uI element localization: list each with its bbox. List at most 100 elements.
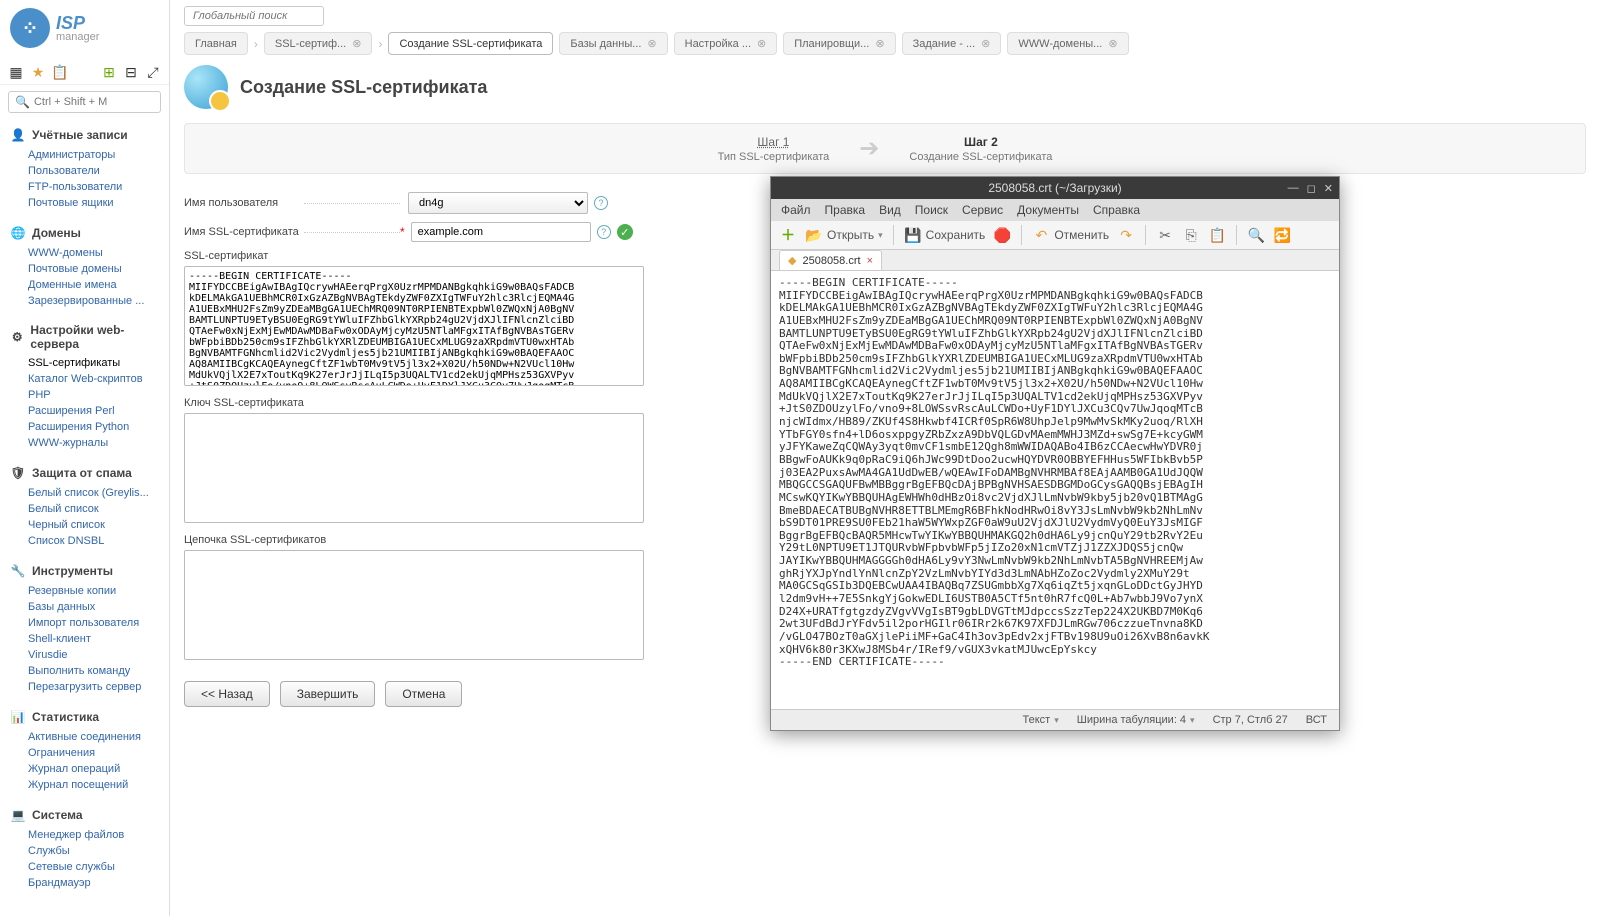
nav-header[interactable]: 💻Система	[0, 803, 169, 827]
open-button[interactable]: 📂 Открыть ▾	[805, 226, 883, 244]
editor-tab[interactable]: ◆ 2508058.crt ×	[779, 250, 882, 270]
nav-item[interactable]: Почтовые домены	[28, 261, 169, 277]
sidebar-search[interactable]: 🔍	[8, 91, 161, 113]
nav-item[interactable]: Shell-клиент	[28, 631, 169, 647]
menu-item[interactable]: Поиск	[915, 203, 948, 217]
nav-item[interactable]: Базы данных	[28, 599, 169, 615]
editor-titlebar[interactable]: 2508058.crt (~/Загрузки) — ◻ ✕	[771, 177, 1339, 199]
undo-button[interactable]: ↶ Отменить	[1032, 226, 1109, 244]
minimize-icon[interactable]: —	[1288, 182, 1299, 195]
nav-header[interactable]: 🌐Домены	[0, 221, 169, 245]
nav-item[interactable]: Белый список	[28, 501, 169, 517]
search-input[interactable]	[34, 96, 154, 108]
nav-item[interactable]: Доменные имена	[28, 277, 169, 293]
global-search-input[interactable]	[184, 6, 324, 26]
save-button[interactable]: 💾 Сохранить	[904, 226, 986, 244]
step-1[interactable]: Шаг 1 Тип SSL-сертификата	[688, 135, 860, 163]
layout-icon[interactable]: ▦	[8, 64, 24, 80]
status-tabwidth[interactable]: Ширина табуляции: 4▾	[1077, 714, 1195, 726]
nav-item[interactable]: Администраторы	[28, 147, 169, 163]
nav-item[interactable]: Журнал операций	[28, 761, 169, 777]
nav-header[interactable]: 👤Учётные записи	[0, 123, 169, 147]
nav-item[interactable]: Расширения Python	[28, 419, 169, 435]
paste-icon[interactable]: 📋	[1208, 226, 1226, 244]
tab-close-icon[interactable]: ⊗	[981, 37, 990, 50]
back-button[interactable]: << Назад	[184, 681, 270, 707]
tab-close-icon[interactable]: ⊗	[875, 37, 884, 50]
finish-button[interactable]: Завершить	[280, 681, 376, 707]
nav-item[interactable]: Черный список	[28, 517, 169, 533]
redo-icon[interactable]: ↷	[1117, 226, 1135, 244]
menu-item[interactable]: Сервис	[962, 203, 1003, 217]
close-file-icon[interactable]: 🛑	[993, 226, 1011, 244]
nav-item[interactable]: Каталог Web-скриптов	[28, 371, 169, 387]
nav-header[interactable]: 🛡Защита от спама	[0, 461, 169, 485]
replace-icon[interactable]: 🔁	[1273, 226, 1291, 244]
tab-close-icon[interactable]: ⊗	[1108, 37, 1117, 50]
user-select[interactable]: dn4g	[408, 192, 588, 214]
nav-item[interactable]: Брандмауэр	[28, 875, 169, 891]
editor-body[interactable]: -----BEGIN CERTIFICATE----- MIIFYDCCBEig…	[771, 271, 1339, 709]
key-textarea[interactable]	[184, 413, 644, 523]
add-icon[interactable]: ⊞	[101, 64, 117, 80]
find-icon[interactable]: 🔍	[1247, 226, 1265, 244]
status-insert[interactable]: ВСТ	[1306, 714, 1327, 726]
tab[interactable]: Главная	[184, 32, 248, 55]
nav-header[interactable]: ⚙Настройки web-сервера	[0, 319, 169, 355]
tab[interactable]: Планировщи...⊗	[783, 32, 895, 55]
nav-item[interactable]: Сетевые службы	[28, 859, 169, 875]
nav-item[interactable]: Зарезервированные ...	[28, 293, 169, 309]
nav-item[interactable]: Журнал посещений	[28, 777, 169, 793]
close-icon[interactable]: ✕	[1324, 182, 1333, 195]
minus-icon[interactable]: ⊟	[123, 64, 139, 80]
tab-close-icon[interactable]: ⊗	[352, 37, 361, 50]
nav-item[interactable]: Virusdie	[28, 647, 169, 663]
global-search[interactable]	[184, 6, 1600, 26]
nav-item[interactable]: Выполнить команду	[28, 663, 169, 679]
nav-item[interactable]: Импорт пользователя	[28, 615, 169, 631]
nav-item[interactable]: Службы	[28, 843, 169, 859]
maximize-icon[interactable]: ◻	[1307, 182, 1316, 195]
nav-item[interactable]: Белый список (Greylis...	[28, 485, 169, 501]
nav-item[interactable]: Менеджер файлов	[28, 827, 169, 843]
copy-icon[interactable]: ⎘	[1182, 226, 1200, 244]
nav-item[interactable]: Почтовые ящики	[28, 195, 169, 211]
tab[interactable]: WWW-домены...⊗	[1007, 32, 1128, 55]
chain-textarea[interactable]	[184, 550, 644, 660]
new-icon[interactable]: ＋	[779, 226, 797, 244]
menu-item[interactable]: Справка	[1093, 203, 1140, 217]
nav-header[interactable]: 🔧Инструменты	[0, 559, 169, 583]
nav-item[interactable]: WWW-домены	[28, 245, 169, 261]
tab-close-icon[interactable]: ×	[867, 255, 873, 267]
help-icon[interactable]: ?	[594, 196, 608, 210]
cancel-button[interactable]: Отмена	[385, 681, 462, 707]
tab[interactable]: Настройка ...⊗	[674, 32, 778, 55]
nav-item[interactable]: Пользователи	[28, 163, 169, 179]
cut-icon[interactable]: ✂	[1156, 226, 1174, 244]
menu-item[interactable]: Вид	[879, 203, 901, 217]
nav-item[interactable]: Резервные копии	[28, 583, 169, 599]
nav-item[interactable]: WWW-журналы	[28, 435, 169, 451]
nav-item[interactable]: Активные соединения	[28, 729, 169, 745]
menu-item[interactable]: Правка	[825, 203, 866, 217]
cert-textarea[interactable]: -----BEGIN CERTIFICATE----- MIIFYDCCBEig…	[184, 266, 644, 386]
help-icon[interactable]: ?	[597, 225, 611, 239]
star-icon[interactable]: ★	[30, 64, 46, 80]
tab[interactable]: Задание - ...⊗	[902, 32, 1002, 55]
status-syntax[interactable]: Текст▾	[1023, 714, 1059, 726]
nav-item[interactable]: PHP	[28, 387, 169, 403]
nav-item[interactable]: Ограничения	[28, 745, 169, 761]
nav-item[interactable]: Список DNSBL	[28, 533, 169, 549]
nav-item[interactable]: FTP-пользователи	[28, 179, 169, 195]
nav-item[interactable]: Перезагрузить сервер	[28, 679, 169, 695]
expand-icon[interactable]: ⤢	[145, 64, 161, 80]
name-input[interactable]	[411, 222, 591, 242]
tab-close-icon[interactable]: ⊗	[647, 37, 656, 50]
tab[interactable]: SSL-сертиф...⊗	[264, 32, 373, 55]
menu-item[interactable]: Файл	[781, 203, 811, 217]
clipboard-icon[interactable]: 📋	[52, 64, 68, 80]
nav-item[interactable]: Расширения Perl	[28, 403, 169, 419]
tab-close-icon[interactable]: ⊗	[757, 37, 766, 50]
tab[interactable]: Базы данны...⊗	[559, 32, 667, 55]
nav-header[interactable]: 📊Статистика	[0, 705, 169, 729]
